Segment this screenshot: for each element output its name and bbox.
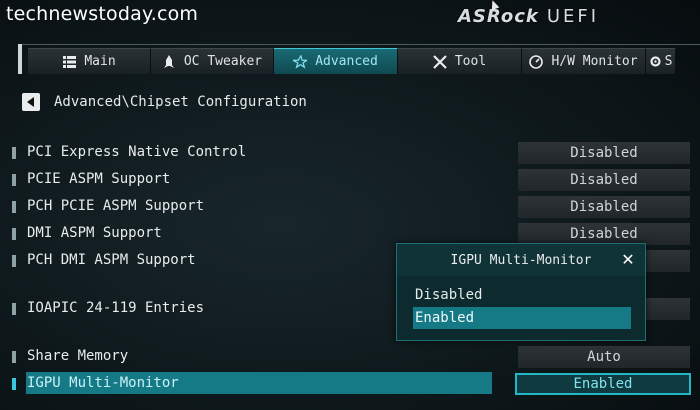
gear-icon: [649, 55, 663, 69]
setting-label: Share Memory: [27, 348, 129, 364]
setting-value-button[interactable]: Disabled: [518, 196, 690, 218]
popup-option-disabled[interactable]: Disabled: [413, 284, 631, 306]
tab-oc-tweaker-label: OC Tweaker: [183, 54, 263, 69]
setting-label: PCIE ASPM Support: [27, 171, 171, 187]
close-icon[interactable]: ✕: [619, 250, 637, 269]
setting-label: IOAPIC 24-119 Entries: [27, 300, 205, 316]
tab-tool-label: Tool: [454, 54, 487, 69]
rocket-icon: [162, 54, 176, 69]
setting-label: PCI Express Native Control: [27, 144, 247, 160]
topbar-divider: [18, 44, 700, 45]
breadcrumb-path: Advanced\Chipset Configuration: [54, 94, 307, 110]
row-marker: [12, 255, 16, 267]
setting-row-share-memory[interactable]: Share Memory Auto: [12, 346, 692, 368]
setting-value-button[interactable]: Auto: [518, 346, 690, 368]
tools-icon: [433, 54, 447, 69]
back-arrow-icon: [27, 97, 34, 107]
row-marker: [12, 174, 16, 186]
back-button[interactable]: [22, 93, 40, 111]
setting-value-button[interactable]: Disabled: [518, 169, 690, 191]
setting-label: PCH DMI ASPM Support: [27, 252, 196, 268]
setting-row-pci-express-native-control[interactable]: PCI Express Native Control Disabled: [12, 142, 692, 164]
row-marker: [12, 228, 16, 240]
site-watermark: technewstoday.com: [6, 3, 199, 25]
brand-logo: ASRock UEFI: [458, 6, 599, 27]
breadcrumb: Advanced\Chipset Configuration: [22, 93, 307, 111]
row-marker: [12, 201, 16, 213]
tab-hw-monitor-label: H/W Monitor: [551, 54, 638, 69]
setting-row-pch-pcie-aspm-support[interactable]: PCH PCIE ASPM Support Disabled: [12, 196, 692, 218]
setting-value-button[interactable]: Disabled: [518, 223, 690, 245]
main-tabs: Main OC Tweaker Advanced Tool H/W Monito…: [28, 48, 676, 74]
tab-main[interactable]: Main: [28, 48, 151, 74]
tab-hw-monitor[interactable]: H/W Monitor: [522, 48, 646, 74]
setting-value-button[interactable]: Disabled: [518, 142, 690, 164]
setting-row-igpu-multi-monitor[interactable]: IGPU Multi-Monitor Enabled: [12, 372, 692, 395]
brand-product: UEFI: [546, 6, 600, 27]
row-marker: [12, 147, 16, 159]
tab-security[interactable]: S: [646, 48, 676, 74]
monitor-gauge-icon: [529, 54, 544, 69]
list-icon: [62, 55, 76, 69]
popup-option-enabled[interactable]: Enabled: [413, 307, 631, 329]
tab-oc-tweaker[interactable]: OC Tweaker: [151, 48, 274, 74]
topbar-rail: [18, 44, 22, 74]
row-marker: [12, 303, 16, 315]
setting-value-button[interactable]: Enabled: [515, 373, 691, 395]
tab-tool[interactable]: Tool: [398, 48, 522, 74]
setting-label: DMI ASPM Support: [27, 225, 162, 241]
setting-label: IGPU Multi-Monitor: [27, 375, 179, 391]
row-marker: [12, 378, 16, 390]
option-popup: IGPU Multi-Monitor ✕ Disabled Enabled: [396, 243, 646, 341]
setting-label: PCH PCIE ASPM Support: [27, 198, 205, 214]
tab-advanced-label: Advanced: [315, 54, 378, 69]
tab-security-label: S: [664, 54, 673, 69]
popup-title: IGPU Multi-Monitor: [397, 244, 645, 276]
brand-name: ASRock: [458, 6, 539, 27]
star-icon: [293, 54, 308, 69]
tab-advanced[interactable]: Advanced: [274, 48, 398, 74]
setting-row-dmi-aspm-support[interactable]: DMI ASPM Support Disabled: [12, 223, 692, 245]
row-marker: [12, 351, 16, 363]
tab-main-label: Main: [84, 54, 116, 69]
setting-row-pcie-aspm-support[interactable]: PCIE ASPM Support Disabled: [12, 169, 692, 191]
